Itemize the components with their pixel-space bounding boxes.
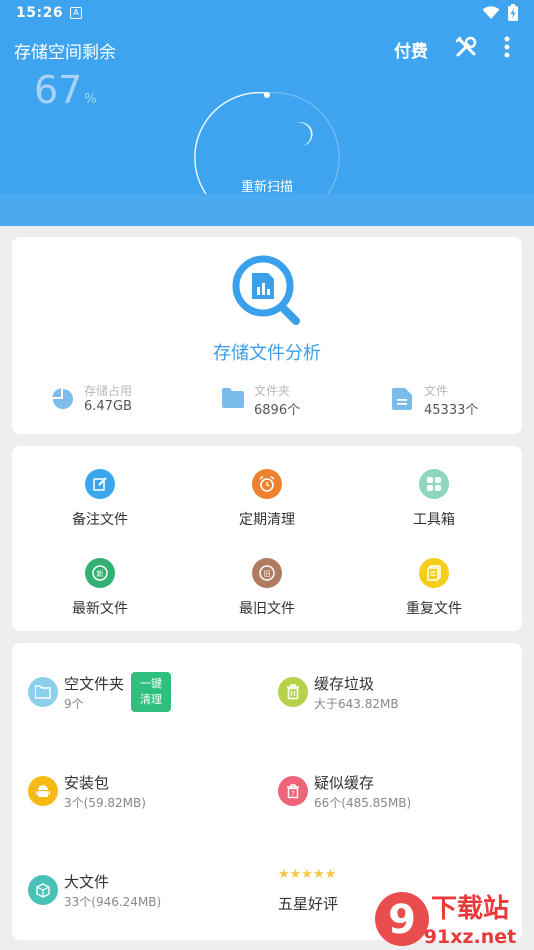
five-star-icons[interactable]: ★★★★★	[278, 867, 336, 882]
status-bar: 15:26 A	[0, 0, 534, 28]
svg-text:?: ?	[291, 790, 295, 798]
android-icon	[28, 776, 58, 806]
clean-item-title: 安装包	[64, 774, 110, 792]
stat-value: 6896个	[254, 403, 301, 418]
one-key-line1: 一键	[140, 677, 162, 690]
grid-item-oldest-files[interactable]: 旧 最旧文件	[197, 558, 337, 618]
clean-item-subtitle: 9个	[64, 697, 84, 711]
old-badge-icon: 旧	[252, 558, 282, 588]
empty-folder-icon	[28, 677, 58, 707]
wifi-icon	[482, 6, 500, 19]
header-strip	[0, 194, 534, 226]
grid-item-label: 定期清理	[239, 512, 295, 528]
percent-value: 67	[34, 68, 83, 112]
grid-item-scheduled-clean[interactable]: 定期清理	[197, 469, 337, 529]
watermark-logo-digit: 9	[388, 897, 416, 943]
stat-label: 文件	[424, 384, 449, 398]
remaining-percent: 67%	[34, 68, 97, 112]
pay-button[interactable]: 付费	[394, 37, 428, 62]
more-options-icon[interactable]	[497, 36, 517, 60]
five-star-rating-label[interactable]: 五星好评	[278, 893, 338, 914]
one-key-clean-button[interactable]: 一键 清理	[131, 672, 171, 712]
clean-item-subtitle: 3个(59.82MB)	[64, 796, 146, 810]
watermark-text-2: 91xz.net	[424, 926, 516, 948]
svg-text:新: 新	[97, 569, 104, 578]
analysis-title: 存储文件分析	[213, 343, 321, 364]
edit-icon	[85, 469, 115, 499]
clean-item-title: 空文件夹	[64, 675, 125, 693]
duplicate-icon	[419, 558, 449, 588]
stat-value: 6.47GB	[84, 399, 132, 414]
clean-item-subtitle: 33个(946.24MB)	[64, 895, 162, 909]
svg-text:旧: 旧	[264, 570, 271, 578]
stat-label: 存储占用	[84, 384, 133, 398]
grid-item-label: 工具箱	[413, 512, 455, 528]
clean-item-title: 疑似缓存	[314, 774, 375, 792]
battery-icon	[508, 4, 518, 21]
clean-item-title: 大文件	[64, 873, 110, 891]
watermark-text-1: 下载站	[431, 894, 509, 924]
stat-label: 文件夹	[254, 384, 291, 398]
watermark-logo: 9 下载站 91xz.net	[375, 892, 516, 948]
gauge-indicator-dot	[264, 92, 270, 98]
moon-icon	[296, 122, 313, 146]
pie-chart-icon	[52, 388, 73, 409]
file-analysis-icon	[232, 255, 300, 325]
storage-remaining-title: 存储空间剩余	[14, 43, 116, 63]
clean-item-subtitle: 大于643.82MB	[314, 697, 399, 711]
new-badge-icon: 新	[85, 558, 115, 588]
rescan-button[interactable]: 重新扫描	[226, 176, 308, 195]
grid-item-note-files[interactable]: 备注文件	[30, 469, 170, 529]
stat-value: 45333个	[424, 403, 479, 418]
notification-a-icon: A	[70, 7, 82, 19]
percent-unit: %	[84, 92, 97, 107]
tools-grid-card: 备注文件 定期清理 工具箱 新 最新文件 旧 最旧文件 重复文件	[12, 446, 522, 631]
header: 15:26 A 存储空间剩余 付费 67% 重新扫描	[0, 0, 534, 226]
trash-icon	[278, 677, 308, 707]
box-icon	[28, 875, 58, 905]
document-icon	[392, 388, 412, 410]
suspect-cache-icon: ?	[278, 776, 308, 806]
one-key-line2: 清理	[140, 693, 162, 706]
grid-item-duplicate-files[interactable]: 重复文件	[364, 558, 504, 618]
alarm-clock-icon	[252, 469, 282, 499]
clean-item-title: 缓存垃圾	[314, 675, 375, 693]
grid-item-toolbox[interactable]: 工具箱	[364, 469, 504, 529]
folder-icon	[222, 388, 244, 408]
tools-icon[interactable]	[455, 36, 477, 58]
status-time: 15:26	[16, 5, 64, 21]
storage-analysis-card[interactable]: 存储文件分析 存储占用 6.47GB 文件夹 6896个 文件 45333个	[12, 237, 522, 434]
grid-item-label: 最旧文件	[239, 601, 295, 617]
grid-item-label: 最新文件	[72, 601, 128, 617]
toolbox-icon	[419, 469, 449, 499]
grid-item-label: 备注文件	[72, 512, 128, 528]
grid-item-label: 重复文件	[406, 601, 462, 617]
grid-item-newest-files[interactable]: 新 最新文件	[30, 558, 170, 618]
clean-item-subtitle: 66个(485.85MB)	[314, 796, 412, 810]
